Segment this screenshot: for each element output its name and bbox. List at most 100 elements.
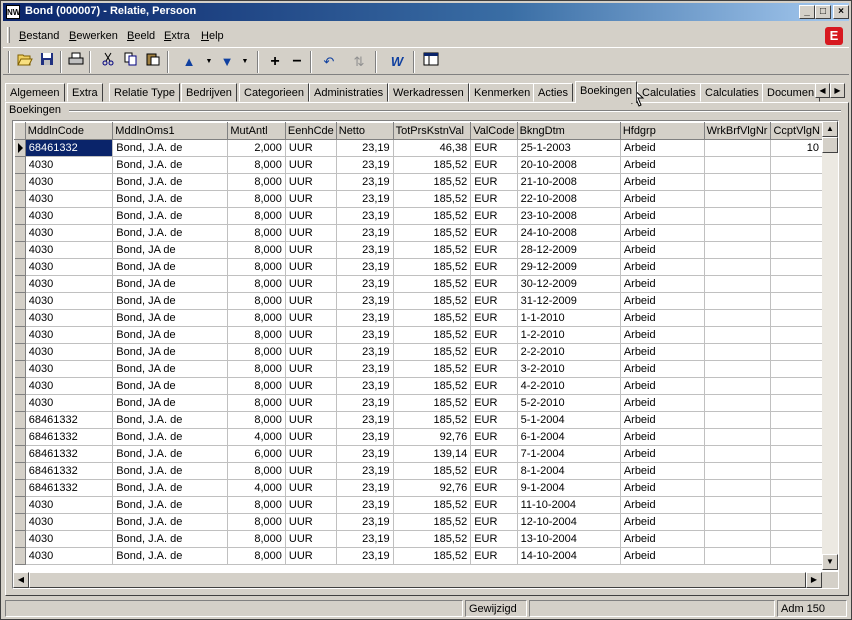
table-row[interactable]: 4030 Bond, J.A. de 8,000 UUR 23,19 185,52 EUR 2…	[14, 207, 823, 225]
cell-hfdgrp[interactable]: Arbeid	[620, 224, 705, 242]
table-row[interactable]: 68461332 Bond, J.A. de 8,000 UUR 23,19 185,52…	[14, 462, 823, 480]
row-indicator[interactable]	[14, 173, 26, 191]
cell-eenhcde[interactable]: UUR	[285, 207, 337, 225]
cell-wrkbrfvlgnr[interactable]	[704, 309, 772, 327]
cell-mddlnoms1[interactable]: Bond, J.A. de	[112, 547, 229, 565]
cell-netto[interactable]: 23,19	[336, 343, 394, 361]
cell-netto[interactable]: 23,19	[336, 445, 394, 463]
remove-icon[interactable]: −	[287, 52, 307, 72]
cell-mddlncode[interactable]: 4030	[25, 224, 114, 242]
cell-wrkbrfvlgnr[interactable]	[704, 224, 772, 242]
cell-netto[interactable]: 23,19	[336, 156, 394, 174]
cell-bkngdtm[interactable]: 4-2-2010	[517, 377, 621, 395]
cell-ccptvlgn[interactable]	[770, 530, 823, 548]
cell-mddlnoms1[interactable]: Bond, J.A. de	[112, 224, 229, 242]
copy-icon[interactable]	[121, 52, 141, 72]
row-indicator[interactable]	[14, 513, 26, 531]
menu-help[interactable]: Help	[201, 30, 224, 42]
cell-mddlncode[interactable]: 68461332	[25, 479, 114, 497]
cell-bkngdtm[interactable]: 28-12-2009	[517, 241, 621, 259]
cell-mddlnoms1[interactable]: Bond, J.A. de	[112, 428, 229, 446]
cell-totprskstnval[interactable]: 185,52	[393, 156, 472, 174]
cell-mutantl[interactable]: 8,000	[227, 530, 286, 548]
cell-wrkbrfvlgnr[interactable]	[704, 547, 772, 565]
cell-valcode[interactable]: EUR	[470, 428, 518, 446]
cell-eenhcde[interactable]: UUR	[285, 445, 337, 463]
cell-eenhcde[interactable]: UUR	[285, 241, 337, 259]
cell-ccptvlgn[interactable]	[770, 428, 823, 446]
cell-valcode[interactable]: EUR	[470, 496, 518, 514]
cell-eenhcde[interactable]: UUR	[285, 360, 337, 378]
cell-mddlncode[interactable]: 68461332	[25, 445, 114, 463]
tab-boekingen[interactable]: Boekingen	[575, 81, 637, 103]
cell-mddlnoms1[interactable]: Bond, JA de	[112, 309, 229, 327]
undo-icon[interactable]: ↶	[319, 52, 339, 72]
cell-mddlncode[interactable]: 4030	[25, 326, 114, 344]
cell-eenhcde[interactable]: UUR	[285, 292, 337, 310]
cell-eenhcde[interactable]: UUR	[285, 258, 337, 276]
cell-ccptvlgn[interactable]	[770, 326, 823, 344]
arrow-up-icon[interactable]: ▲	[179, 52, 199, 72]
cell-valcode[interactable]: EUR	[470, 513, 518, 531]
cell-mutantl[interactable]: 8,000	[227, 309, 286, 327]
cell-mddlncode[interactable]: 4030	[25, 190, 114, 208]
cell-wrkbrfvlgnr[interactable]	[704, 241, 772, 259]
cell-netto[interactable]: 23,19	[336, 394, 394, 412]
cell-eenhcde[interactable]: UUR	[285, 513, 337, 531]
row-indicator[interactable]	[14, 156, 26, 174]
cell-valcode[interactable]: EUR	[470, 292, 518, 310]
cell-eenhcde[interactable]: UUR	[285, 190, 337, 208]
cell-totprskstnval[interactable]: 185,52	[393, 360, 472, 378]
cell-hfdgrp[interactable]: Arbeid	[620, 156, 705, 174]
cell-totprskstnval[interactable]: 185,52	[393, 224, 472, 242]
column-header-bkngdtm[interactable]: BkngDtm	[516, 122, 621, 140]
cell-ccptvlgn[interactable]	[770, 173, 823, 191]
cell-bkngdtm[interactable]: 31-12-2009	[517, 292, 621, 310]
cell-valcode[interactable]: EUR	[470, 343, 518, 361]
row-indicator[interactable]	[14, 547, 26, 565]
cell-ccptvlgn[interactable]	[770, 445, 823, 463]
cell-mutantl[interactable]: 2,000	[227, 139, 286, 157]
cell-wrkbrfvlgnr[interactable]	[704, 292, 772, 310]
cell-eenhcde[interactable]: UUR	[285, 377, 337, 395]
cell-mutantl[interactable]: 8,000	[227, 513, 286, 531]
cell-mddlncode[interactable]: 4030	[25, 496, 114, 514]
table-row[interactable]: 68461332 Bond, J.A. de 6,000 UUR 23,19 139,14…	[14, 445, 823, 463]
close-button[interactable]: ×	[833, 5, 849, 19]
scroll-up-icon[interactable]: ▲	[822, 121, 838, 137]
cell-valcode[interactable]: EUR	[470, 139, 518, 157]
scroll-right-icon[interactable]: ▶	[806, 572, 822, 588]
maximize-button[interactable]: □	[815, 5, 831, 19]
cell-eenhcde[interactable]: UUR	[285, 224, 337, 242]
table-row[interactable]: 4030 Bond, J.A. de 8,000 UUR 23,19 185,52 EUR 2…	[14, 173, 823, 191]
cell-totprskstnval[interactable]: 139,14	[393, 445, 472, 463]
cell-bkngdtm[interactable]: 25-1-2003	[517, 139, 621, 157]
cell-totprskstnval[interactable]: 185,52	[393, 394, 472, 412]
table-row[interactable]: 68461332 Bond, J.A. de 2,000 UUR 23,19 46,38 E…	[14, 139, 823, 157]
cell-hfdgrp[interactable]: Arbeid	[620, 241, 705, 259]
cell-netto[interactable]: 23,19	[336, 513, 394, 531]
cell-wrkbrfvlgnr[interactable]	[704, 156, 772, 174]
cell-netto[interactable]: 23,19	[336, 190, 394, 208]
cell-totprskstnval[interactable]: 185,52	[393, 411, 472, 429]
menu-extra[interactable]: Extra	[164, 30, 190, 42]
cell-ccptvlgn[interactable]	[770, 190, 823, 208]
cell-mutantl[interactable]: 4,000	[227, 428, 286, 446]
cell-valcode[interactable]: EUR	[470, 547, 518, 565]
cell-wrkbrfvlgnr[interactable]	[704, 479, 772, 497]
cell-mddlncode[interactable]: 68461332	[25, 428, 114, 446]
cell-hfdgrp[interactable]: Arbeid	[620, 173, 705, 191]
title-bar[interactable]: NW Bond (000007) - Relatie, Persoon _ □ …	[3, 3, 849, 21]
cell-bkngdtm[interactable]: 20-10-2008	[517, 156, 621, 174]
cell-mddlnoms1[interactable]: Bond, JA de	[112, 377, 229, 395]
cell-eenhcde[interactable]: UUR	[285, 394, 337, 412]
row-indicator[interactable]	[14, 479, 26, 497]
cell-mutantl[interactable]: 8,000	[227, 547, 286, 565]
cell-mddlnoms1[interactable]: Bond, JA de	[112, 258, 229, 276]
cell-mutantl[interactable]: 8,000	[227, 360, 286, 378]
cell-valcode[interactable]: EUR	[470, 462, 518, 480]
cell-bkngdtm[interactable]: 5-2-2010	[517, 394, 621, 412]
save-icon[interactable]	[37, 52, 57, 72]
cell-hfdgrp[interactable]: Arbeid	[620, 360, 705, 378]
cell-netto[interactable]: 23,19	[336, 428, 394, 446]
